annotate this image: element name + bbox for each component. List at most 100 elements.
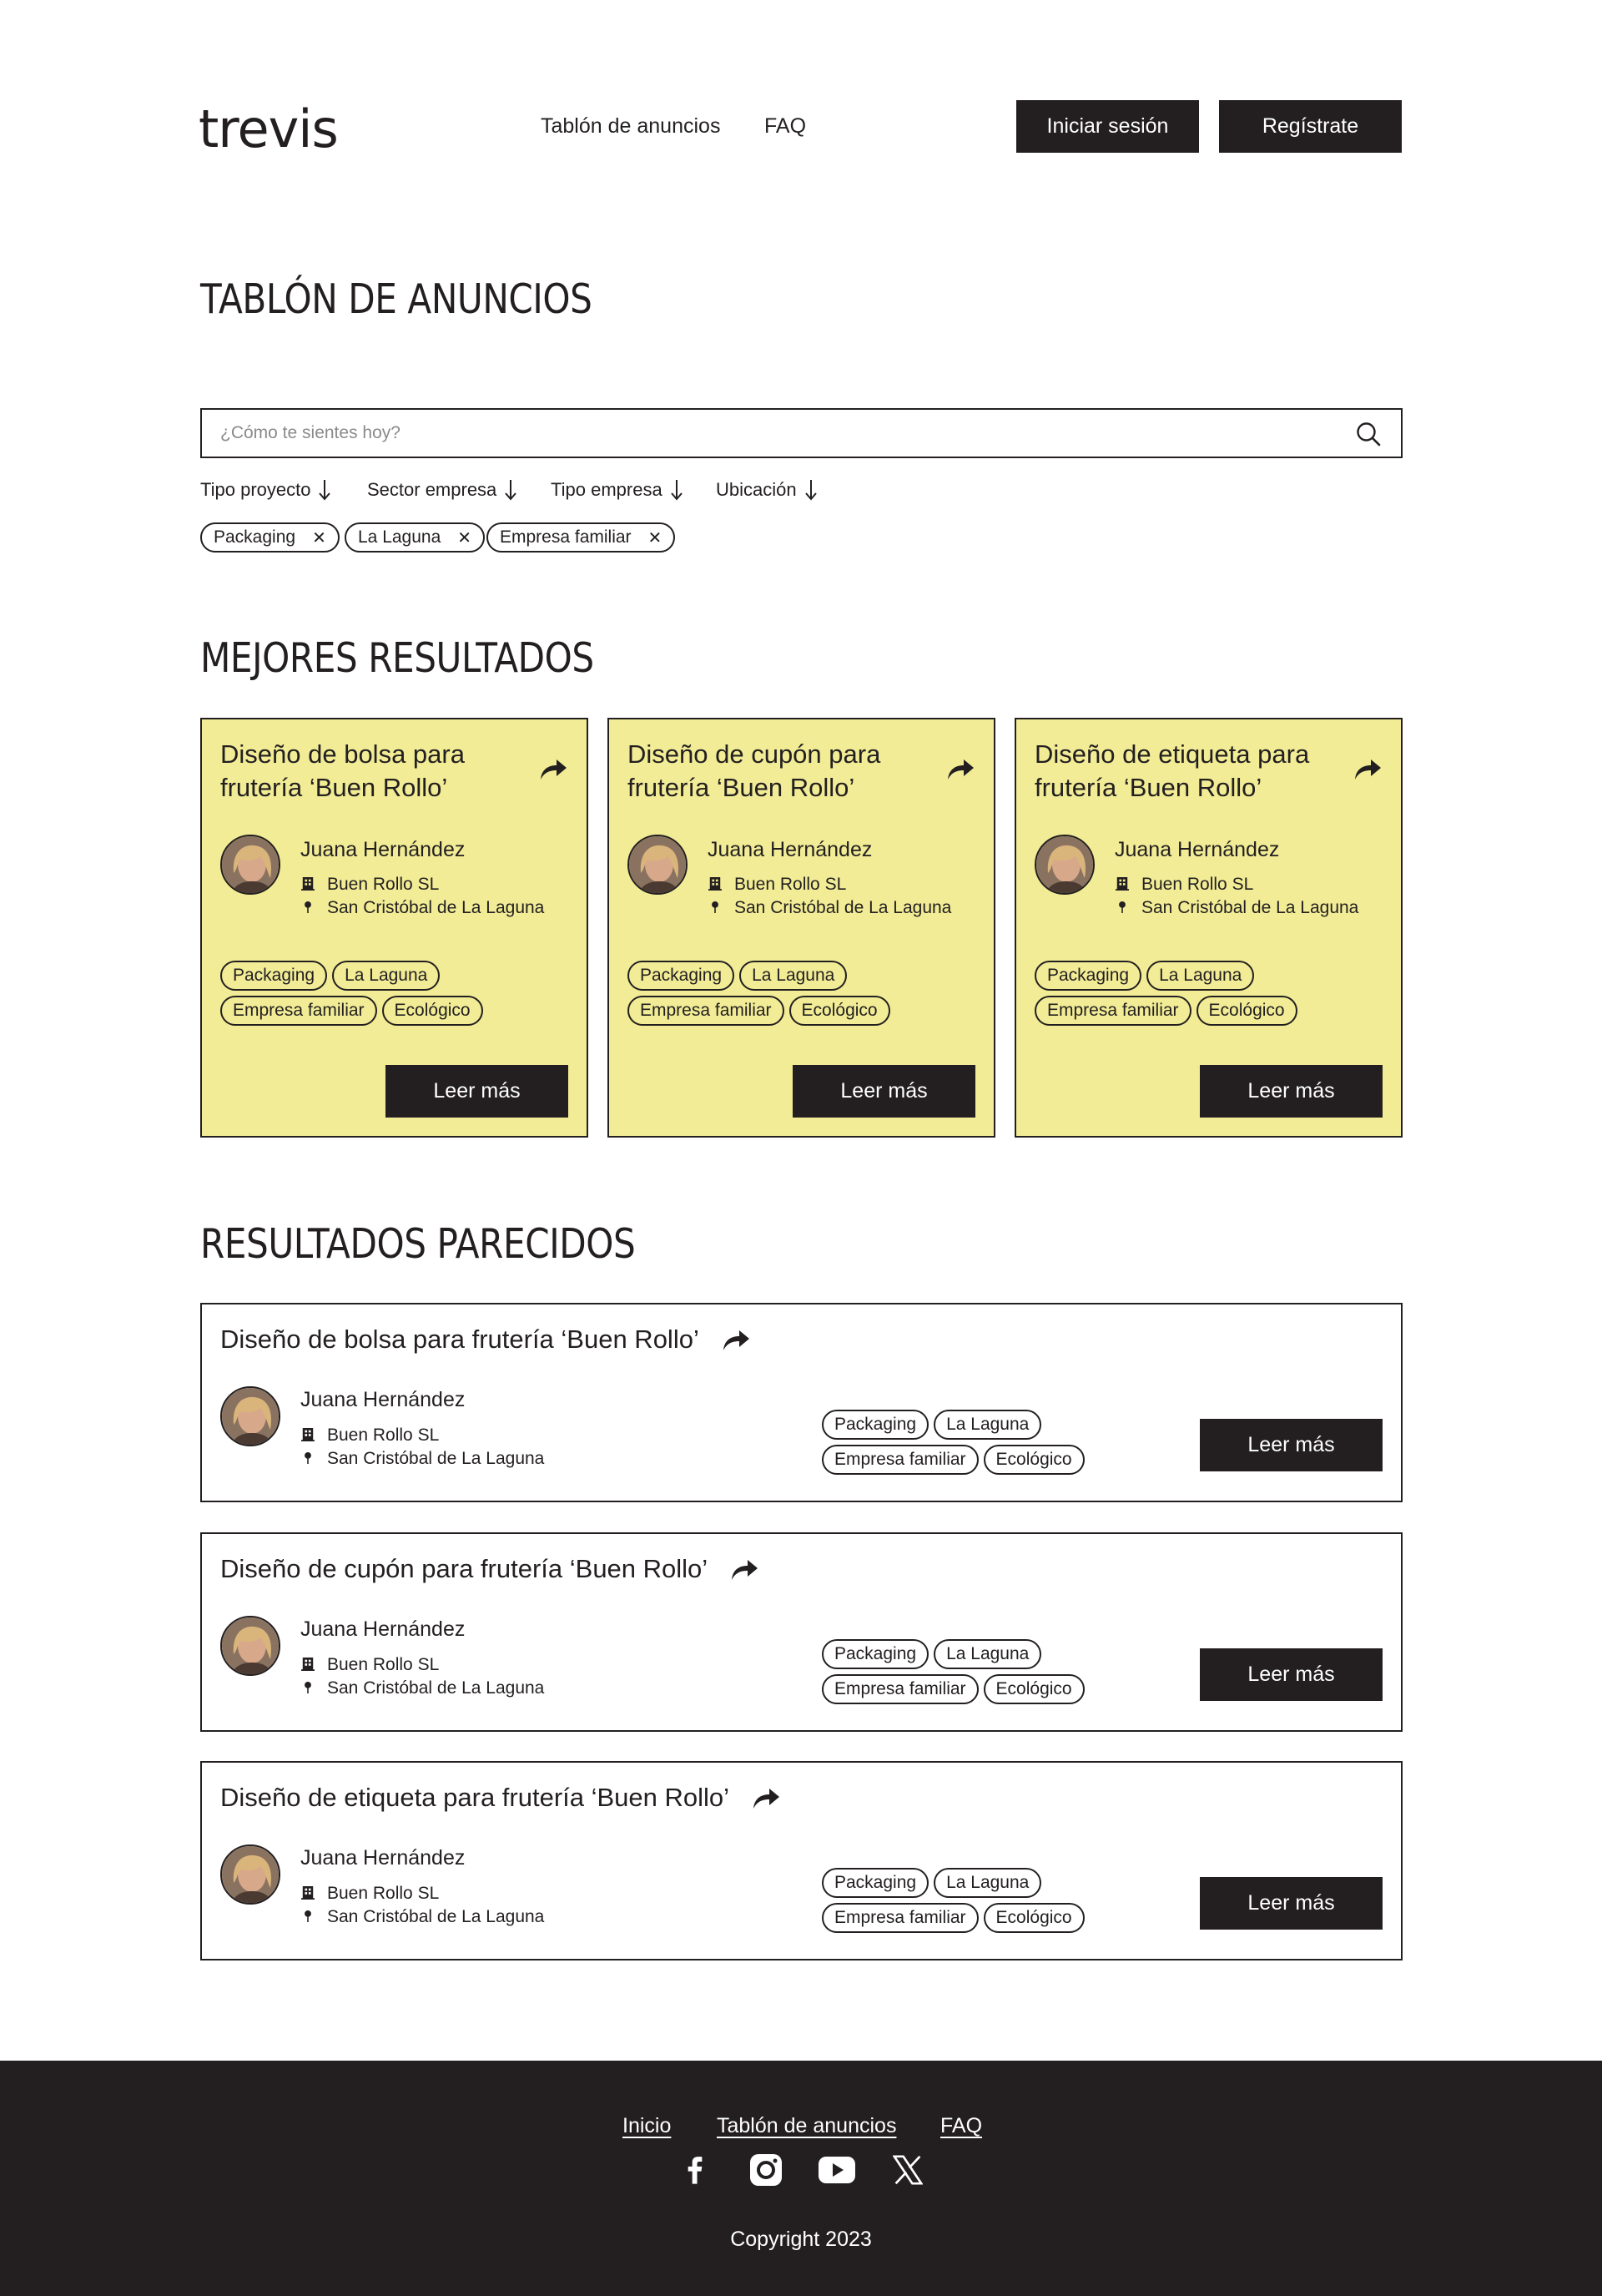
filter-tipo-empresa[interactable]: Tipo empresa [551,479,683,501]
tag-list: Packaging La Laguna Empresa familiar Eco… [822,1639,1156,1704]
footer: Inicio Tablón de anuncios FAQ Copyright … [0,2061,1602,2296]
footer-link-faq[interactable]: FAQ [940,2114,982,2138]
tag-chip: Ecológico [983,1674,1085,1704]
result-card: Diseño de bolsa para frutería ‘Buen Roll… [200,718,588,1138]
avatar [627,835,688,895]
share-icon[interactable] [1353,756,1383,781]
building-icon [708,876,723,893]
company-line: Buen Rollo SL [300,875,439,895]
building-icon [300,876,315,893]
filter-label: Tipo empresa [551,479,662,500]
tag-list: Packaging La Laguna Empresa familiar Eco… [220,961,554,1026]
remove-chip-icon[interactable]: ✕ [312,527,326,548]
footer-link-inicio[interactable]: Inicio [622,2114,671,2138]
search-icon[interactable] [1356,421,1381,447]
tag-chip: Packaging [822,1868,929,1898]
result-card: Diseño de etiqueta para frutería ‘Buen R… [1015,718,1403,1138]
location-pin-icon [1115,900,1130,916]
tag-list: Packaging La Laguna Empresa familiar Eco… [1035,961,1368,1026]
company-line: Buen Rollo SL [708,875,846,895]
company-line: Buen Rollo SL [300,1426,439,1446]
filter-label: Sector empresa [367,479,497,500]
person-name: Juana Hernández [300,1388,466,1411]
read-more-button[interactable]: Leer más [1200,1877,1383,1930]
tag-list: Packaging La Laguna Empresa familiar Eco… [822,1868,1156,1933]
nav-link-faq[interactable]: FAQ [764,114,806,139]
signup-button[interactable]: Regístrate [1219,100,1402,153]
tag-chip: Packaging [1035,961,1142,991]
card-title: Diseño de cupón para frutería ‘Buen Roll… [627,739,881,802]
page-title: TABLÓN DE ANUNCIOS [200,275,592,323]
location-name: San Cristóbal de La Laguna [327,898,545,917]
share-icon[interactable] [729,1557,759,1582]
company-name: Buen Rollo SL [327,1426,440,1445]
tag-chip: Empresa familiar [220,996,377,1026]
active-filter-chip: La Laguna ✕ [345,522,486,553]
share-icon[interactable] [751,1785,781,1810]
similar-results-title: RESULTADOS PARECIDOS [200,1220,636,1268]
row-title: Diseño de etiqueta para frutería ‘Buen R… [220,1783,730,1812]
tag-chip: Empresa familiar [822,1674,979,1704]
facebook-icon[interactable] [677,2152,713,2188]
arrow-down-icon [319,480,331,501]
tag-chip: Ecológico [788,996,890,1026]
share-icon[interactable] [945,756,975,781]
chip-label: Empresa familiar [500,527,632,547]
company-name: Buen Rollo SL [327,1884,440,1903]
location-line: San Cristóbal de La Laguna [300,1678,544,1698]
building-icon [300,1885,315,1902]
tag-list: Packaging La Laguna Empresa familiar Eco… [822,1410,1156,1475]
share-icon[interactable] [721,1327,751,1352]
remove-chip-icon[interactable]: ✕ [648,527,662,548]
company-name: Buen Rollo SL [1141,875,1254,894]
chip-label: La Laguna [358,527,441,547]
person-name: Juana Hernández [1115,838,1280,861]
youtube-icon[interactable] [819,2152,855,2188]
best-results-title: MEJORES RESULTADOS [200,634,594,682]
location-line: San Cristóbal de La Laguna [1115,898,1358,918]
location-line: San Cristóbal de La Laguna [300,1907,544,1927]
share-icon[interactable] [538,756,568,781]
login-button[interactable]: Iniciar sesión [1016,100,1199,153]
similar-result-row: Diseño de etiqueta para frutería ‘Buen R… [200,1761,1403,1960]
arrow-down-icon [505,480,517,501]
footer-link-tablon[interactable]: Tablón de anuncios [717,2114,896,2138]
similar-result-row: Diseño de bolsa para frutería ‘Buen Roll… [200,1303,1403,1502]
building-icon [300,1657,315,1673]
read-more-button[interactable]: Leer más [793,1065,975,1118]
person-name: Juana Hernández [300,1846,466,1870]
building-icon [1115,876,1130,893]
similar-result-row: Diseño de cupón para frutería ‘Buen Roll… [200,1532,1403,1732]
read-more-button[interactable]: Leer más [1200,1648,1383,1701]
filter-label: Tipo proyecto [200,479,311,500]
search-input[interactable] [220,410,1305,457]
tag-chip: Packaging [627,961,735,991]
remove-chip-icon[interactable]: ✕ [457,527,471,548]
company-name: Buen Rollo SL [327,1655,440,1674]
avatar [220,1386,280,1446]
avatar [220,835,280,895]
read-more-button[interactable]: Leer más [1200,1065,1383,1118]
avatar [1035,835,1095,895]
x-icon[interactable] [889,2152,926,2188]
tag-chip: Ecológico [983,1445,1085,1475]
tag-chip: La Laguna [934,1410,1042,1440]
search-bar [200,408,1403,458]
location-name: San Cristóbal de La Laguna [327,1907,545,1926]
filter-ubicacion[interactable]: Ubicación [716,479,817,501]
tag-chip: La Laguna [1146,961,1255,991]
tag-chip: Packaging [822,1410,929,1440]
active-filter-chip: Packaging ✕ [200,522,340,553]
location-line: San Cristóbal de La Laguna [300,1449,544,1469]
filter-sector-empresa[interactable]: Sector empresa [367,479,517,501]
instagram-icon[interactable] [748,2152,784,2188]
read-more-button[interactable]: Leer más [1200,1419,1383,1471]
nav-link-tablon[interactable]: Tablón de anuncios [541,114,720,139]
filter-label: Ubicación [716,479,797,500]
filter-tipo-proyecto[interactable]: Tipo proyecto [200,479,331,501]
logo[interactable]: trevis [199,98,339,159]
avatar [220,1616,280,1676]
card-title: Diseño de etiqueta para frutería ‘Buen R… [1035,739,1310,802]
company-line: Buen Rollo SL [1115,875,1253,895]
read-more-button[interactable]: Leer más [385,1065,568,1118]
